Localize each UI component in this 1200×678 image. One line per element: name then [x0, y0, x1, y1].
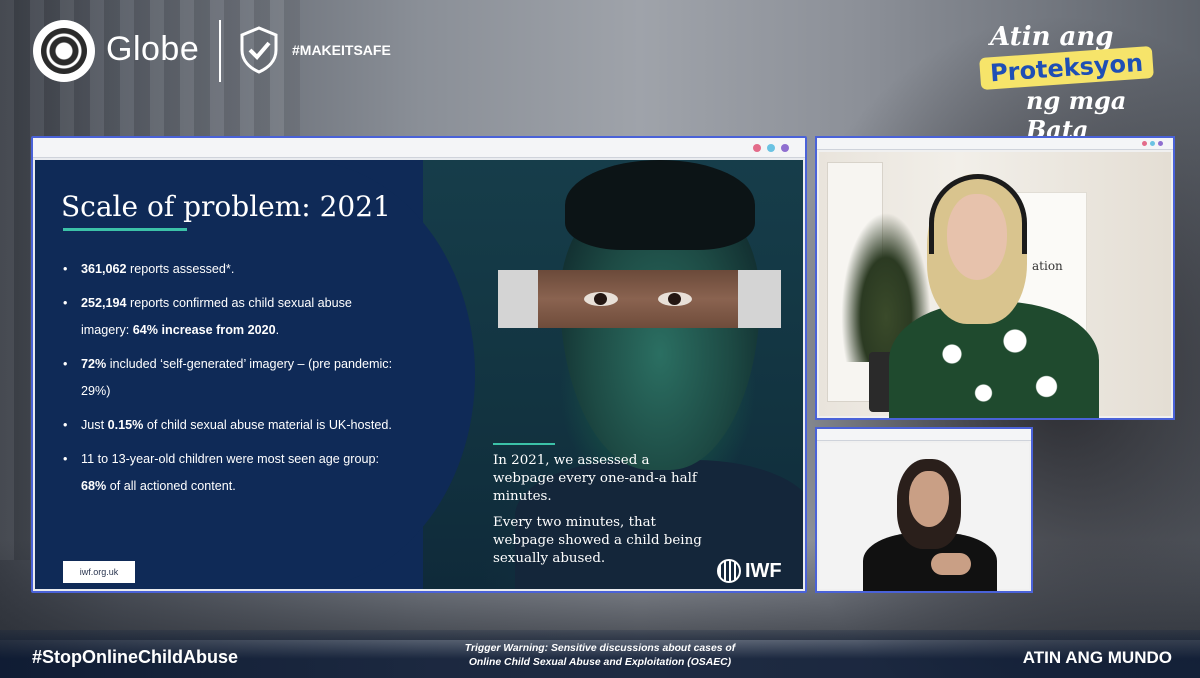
brand-name: Globe — [106, 30, 200, 68]
eye-icon — [658, 292, 692, 306]
window-dot-icon — [781, 144, 789, 152]
iwf-globe-icon — [717, 559, 741, 583]
list-item: 72% included ‘self-generated’ imagery – … — [63, 351, 393, 405]
title-underline — [63, 228, 187, 231]
campaign-line1: Atin ang — [990, 22, 1114, 52]
list-item: 252,194 reports confirmed as child sexua… — [63, 290, 393, 344]
slide-title: Scale of problem: 2021 — [61, 190, 391, 223]
globe-logo-icon — [33, 20, 95, 82]
iwf-logo: IWF — [717, 557, 797, 585]
photo-hair — [565, 160, 755, 250]
trigger-warning: Trigger Warning: Sensitive discussions a… — [380, 642, 820, 670]
atin-ang-mundo-label: ATIN ANG MUNDO — [1022, 648, 1172, 667]
headset-icon — [929, 174, 1027, 254]
tile-titlebar — [817, 138, 1173, 150]
trigger-warning-line-1: Trigger Warning: Sensitive discussions a… — [464, 643, 736, 654]
window-dot-icon — [1142, 141, 1147, 146]
trigger-warning-line-2: Online Child Sexual Abuse and Exploitati… — [468, 657, 732, 668]
photo-eye-strip — [498, 270, 781, 328]
slide-content: Scale of problem: 2021 361,062 reports a… — [35, 160, 803, 589]
campaign-line2: Proteksyon — [979, 46, 1155, 90]
stop-online-child-abuse-hashtag: #StopOnlineChildAbuse — [32, 647, 239, 667]
interpreter-video — [819, 443, 1029, 591]
window-titlebar — [33, 138, 805, 158]
presentation-window: Scale of problem: 2021 361,062 reports a… — [31, 136, 807, 593]
iwf-logo-text: IWF — [745, 559, 782, 582]
window-dot-icon — [767, 144, 775, 152]
iwf-url: iwf.org.uk — [63, 561, 135, 583]
eye-icon — [584, 292, 618, 306]
shield-check-icon — [240, 26, 278, 74]
quote-underline — [493, 443, 555, 445]
tile-titlebar — [817, 429, 1031, 441]
interpreter-face — [909, 471, 949, 527]
window-dot-icon — [753, 144, 761, 152]
slide-quote: In 2021, we assessed a webpage every one… — [493, 452, 703, 568]
quote-paragraph-2: Every two minutes, that webpage showed a… — [493, 515, 702, 566]
interpreter-hands — [931, 553, 971, 575]
makeitsafe-hashtag: #MAKEITSAFE — [292, 42, 391, 58]
list-item: 11 to 13-year-old children were most see… — [63, 446, 393, 500]
sign-text: ation — [1032, 259, 1063, 273]
interpreter-video-tile — [815, 427, 1033, 593]
window-dot-icon — [1158, 141, 1163, 146]
header-divider — [219, 20, 221, 82]
bullet-list: 361,062 reports assessed*. 252,194 repor… — [63, 256, 393, 507]
speaker-video-tile: ation — [815, 136, 1175, 420]
campaign-logo: Atin ang Proteksyon ng mga Bata — [972, 22, 1172, 144]
speaker-video: ation — [819, 152, 1171, 418]
window-dot-icon — [1150, 141, 1155, 146]
list-item: 361,062 reports assessed*. — [63, 256, 393, 283]
quote-paragraph-1: In 2021, we assessed a webpage every one… — [493, 453, 697, 504]
footer-bar: #StopOnlineChildAbuse Trigger Warning: S… — [0, 630, 1200, 678]
list-item: Just 0.15% of child sexual abuse materia… — [63, 412, 393, 439]
